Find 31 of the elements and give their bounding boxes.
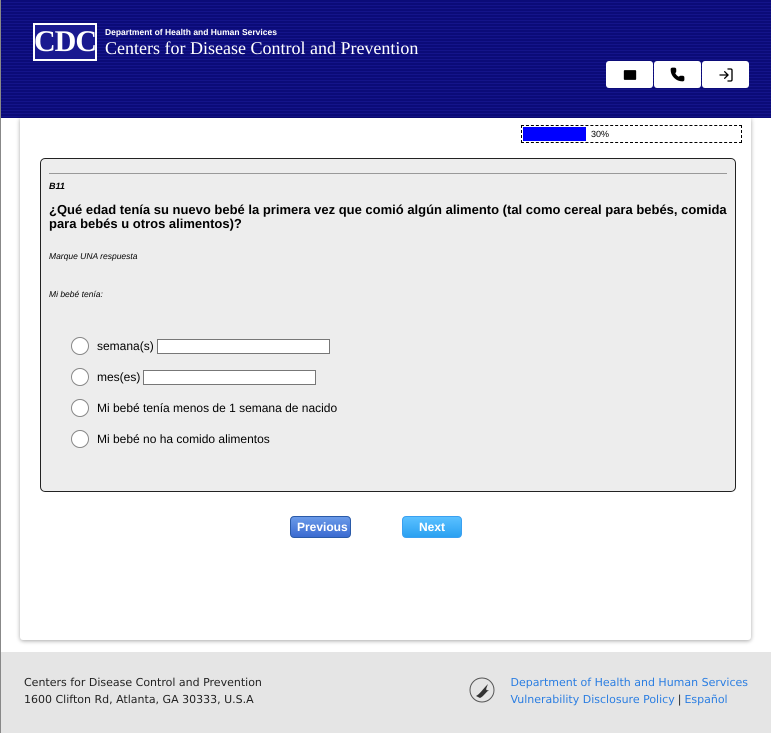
previous-button[interactable]: Previous [290,516,351,538]
option-label: mes(es) [97,370,140,384]
agency-name: Centers for Disease Control and Prevention [105,38,418,59]
radio-button[interactable] [71,368,89,386]
option-label: semana(s) [97,339,154,353]
radio-button[interactable] [71,337,89,355]
language-link[interactable]: Español [684,693,728,706]
link-separator: | [678,693,682,706]
radio-button[interactable] [71,430,89,448]
hhs-link[interactable]: Department of Health and Human Services [510,676,748,689]
option-label: Mi bebé no ha comido alimentos [97,432,270,446]
exit-icon [718,66,734,82]
radio-button[interactable] [71,399,89,417]
footer-text: 1600 Clifton Rd, Atlanta, GA 30333, U.S.A [24,693,255,706]
footer-text: Centers for Disease Control and Prevention [24,676,262,689]
disclosure-link[interactable]: Vulnerability Disclosure Policy [510,693,675,706]
question-text: ¿Qué edad tenía su nuevo bebé la primera vez que comió algún alimento (tal como cereal para bebés, comida para bebés u otros alimentos)? [49,203,727,231]
next-button[interactable]: Next [402,516,462,538]
exit-button[interactable] [702,61,749,88]
input-field[interactable] [143,370,316,384]
progress-reading: 30% [591,129,610,139]
department-name: Department of Health and Human Services [105,27,278,37]
lead-text: Mi bebé tenía: [49,289,104,299]
phone-icon [670,67,685,82]
option-label: Mi bebé tenía menos de 1 semana de nacido [97,401,338,415]
input-field[interactable] [156,338,330,354]
email-button[interactable] [606,61,653,88]
phone-button[interactable] [654,61,701,88]
cdc-logo: CDC [33,23,97,61]
question-code: B11 [49,181,66,191]
instruction-text: Marque UNA respuesta [49,251,139,261]
